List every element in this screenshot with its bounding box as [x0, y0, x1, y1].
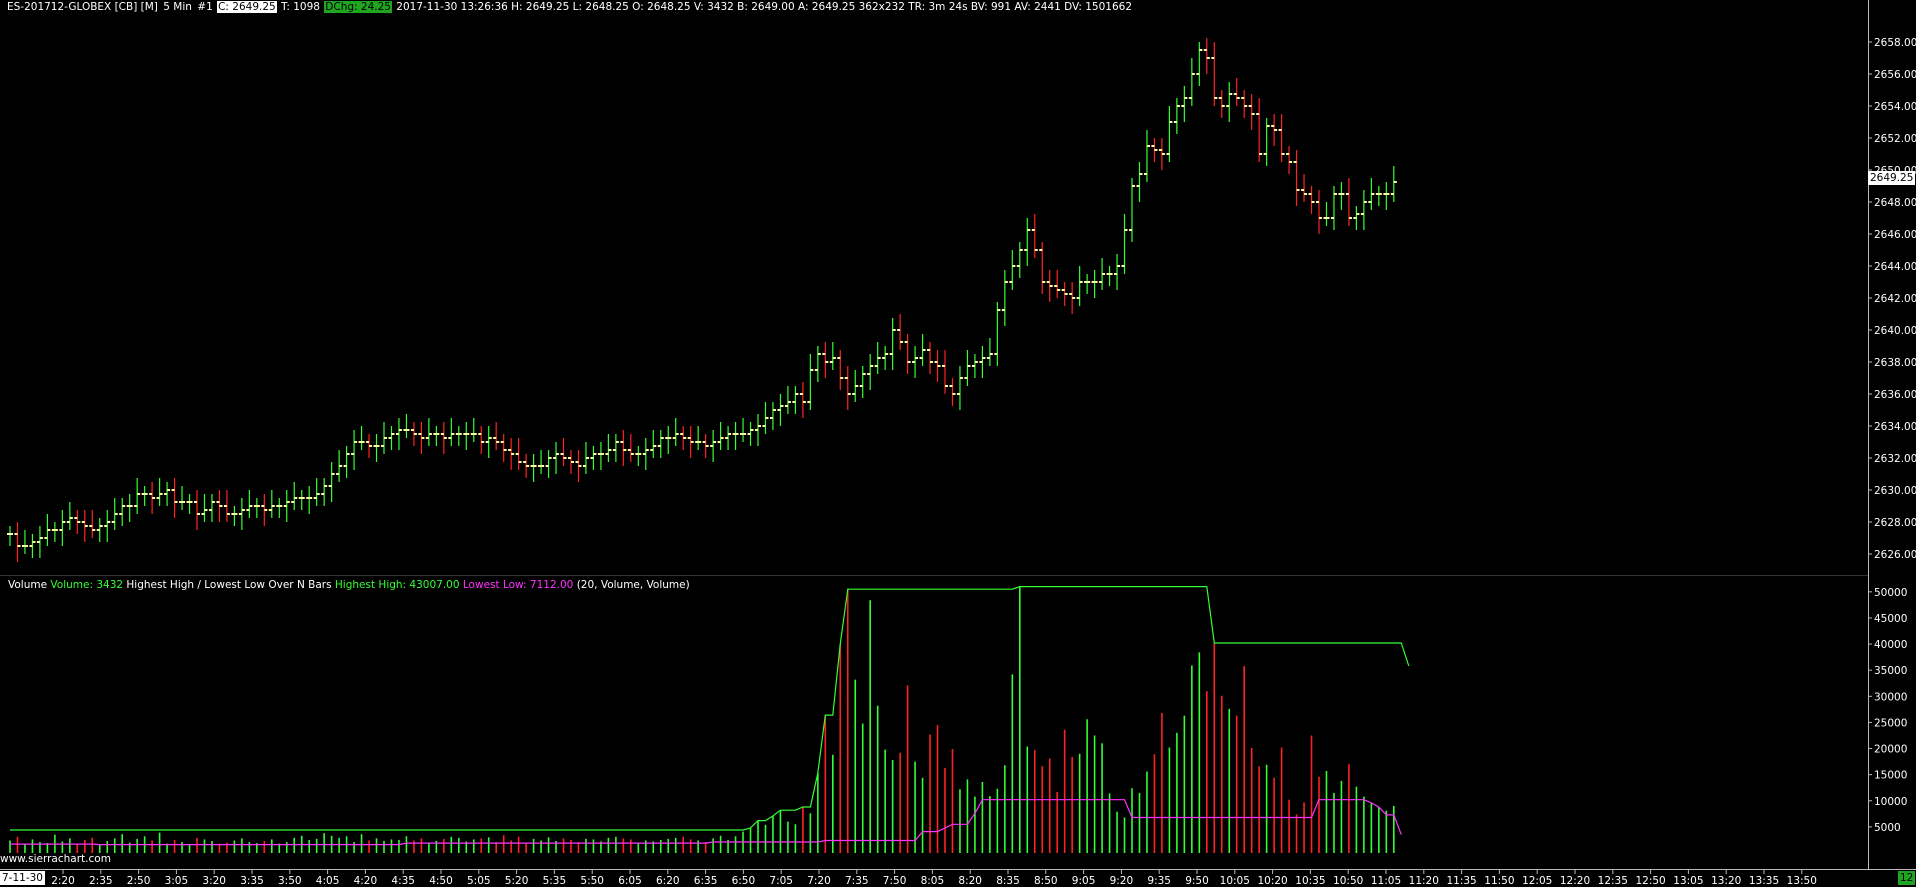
volume-tick-label: 45000 — [1874, 613, 1907, 625]
time-tick-label: 11:50 — [1484, 875, 1514, 887]
watermark: www.sierrachart.com — [0, 853, 111, 865]
time-tick-label: 3:20 — [202, 875, 226, 887]
volume-tick-label: 10000 — [1874, 796, 1907, 808]
right-edge-tag: 12 — [1898, 871, 1916, 885]
price-tick-label: 2656.00 — [1874, 69, 1916, 81]
price-tick-label: 2644.00 — [1874, 261, 1916, 273]
time-tick-label: 7:35 — [845, 875, 869, 887]
price-tick-label: 2654.00 — [1874, 101, 1916, 113]
study-name: Highest High / Lowest Low Over N Bars — [126, 579, 332, 591]
time-tick-label: 12:35 — [1598, 875, 1628, 887]
volume-tick-label: 40000 — [1874, 639, 1907, 651]
price-tick-label: 2640.00 — [1874, 325, 1916, 337]
time-tick-label: 11:20 — [1409, 875, 1439, 887]
price-tick-label: 2638.00 — [1874, 357, 1916, 369]
lowest-low-value: Lowest Low: 7112.00 — [462, 579, 574, 591]
time-tick-label: 8:50 — [1034, 875, 1058, 887]
time-tick-label: 9:20 — [1110, 875, 1134, 887]
price-tick-label: 2628.00 — [1874, 517, 1916, 529]
volume-tick-label: 15000 — [1874, 770, 1907, 782]
price-tick-label: 2632.00 — [1874, 453, 1916, 465]
price-tick-label: 2630.00 — [1874, 485, 1916, 497]
time-tick-label: 5:35 — [543, 875, 567, 887]
time-tick-label: 8:05 — [921, 875, 945, 887]
time-tick-label: 9:05 — [1072, 875, 1096, 887]
time-tick-label: 8:20 — [958, 875, 982, 887]
price-tick-label: 2652.00 — [1874, 133, 1916, 145]
time-tick-label: 9:35 — [1147, 875, 1171, 887]
time-tick-label: 9:50 — [1185, 875, 1209, 887]
chart-canvas[interactable]: 2626.00 2628.00 2630.00 2632.00 2634.00 2636.… — [0, 0, 1916, 887]
highest-high-value: Highest High: 43007.00 — [334, 579, 460, 591]
time-tick-label: 8:35 — [996, 875, 1020, 887]
time-tick-label: 7:20 — [807, 875, 831, 887]
time-tick-label: 6:50 — [732, 875, 756, 887]
time-tick-label: 12:50 — [1635, 875, 1665, 887]
volume-tick-label: 25000 — [1874, 717, 1907, 729]
study-params: (20, Volume, Volume) — [576, 579, 690, 591]
volume-label: Volume — [8, 579, 48, 591]
time-tick-label: 3:35 — [240, 875, 264, 887]
volume-value: Volume: 3432 — [50, 579, 124, 591]
price-tick-label: 2636.00 — [1874, 389, 1916, 401]
time-tick-label: 13:50 — [1787, 875, 1817, 887]
volume-tick-label: 50000 — [1874, 587, 1907, 599]
time-tick-label: 13:35 — [1749, 875, 1779, 887]
volume-tick-label: 35000 — [1874, 665, 1907, 677]
time-tick-label: 11:35 — [1446, 875, 1476, 887]
time-tick-label: 7:05 — [769, 875, 793, 887]
time-tick-label: 11:05 — [1371, 875, 1401, 887]
time-tick-label: 13:05 — [1673, 875, 1703, 887]
time-tick-label: 12:20 — [1560, 875, 1590, 887]
time-tick-label: 6:35 — [694, 875, 718, 887]
time-tick-label: 10:35 — [1295, 875, 1325, 887]
time-tick-label: 12:05 — [1522, 875, 1552, 887]
last-price-tag: 2649.25 — [1868, 171, 1916, 185]
time-tick-label: 4:50 — [429, 875, 453, 887]
time-tick-label: 5:05 — [467, 875, 491, 887]
time-tick-label: 2:20 — [51, 875, 75, 887]
time-tick-label: 13:20 — [1711, 875, 1741, 887]
time-tick-label: 4:05 — [316, 875, 340, 887]
price-tick-label: 2634.00 — [1874, 421, 1916, 433]
time-tick-label: 10:05 — [1220, 875, 1250, 887]
time-tick-label: 7:50 — [883, 875, 907, 887]
volume-tick-label: 5000 — [1874, 822, 1901, 834]
time-tick-label: 10:20 — [1257, 875, 1287, 887]
time-tick-label: 6:05 — [618, 875, 642, 887]
volume-subgraph-legend: Volume Volume: 3432 Highest High / Lowes… — [8, 578, 690, 592]
time-tick-label: 4:35 — [391, 875, 415, 887]
date-tag: 7-11-30 — [0, 871, 45, 885]
time-tick-label: 4:20 — [354, 875, 378, 887]
time-tick-label: 10:50 — [1333, 875, 1363, 887]
time-tick-label: 2:35 — [89, 875, 113, 887]
volume-tick-label: 20000 — [1874, 744, 1907, 756]
price-tick-label: 2648.00 — [1874, 197, 1916, 209]
volume-tick-label: 30000 — [1874, 691, 1907, 703]
price-tick-label: 2626.00 — [1874, 549, 1916, 561]
price-tick-label: 2658.00 — [1874, 37, 1916, 49]
time-tick-label: 5:50 — [580, 875, 604, 887]
time-tick-label: 3:50 — [278, 875, 302, 887]
price-tick-label: 2642.00 — [1874, 293, 1916, 305]
time-tick-label: 6:20 — [656, 875, 680, 887]
time-tick-label: 2:50 — [127, 875, 151, 887]
time-tick-label: 3:05 — [165, 875, 189, 887]
price-tick-label: 2646.00 — [1874, 229, 1916, 241]
time-tick-label: 5:20 — [505, 875, 529, 887]
